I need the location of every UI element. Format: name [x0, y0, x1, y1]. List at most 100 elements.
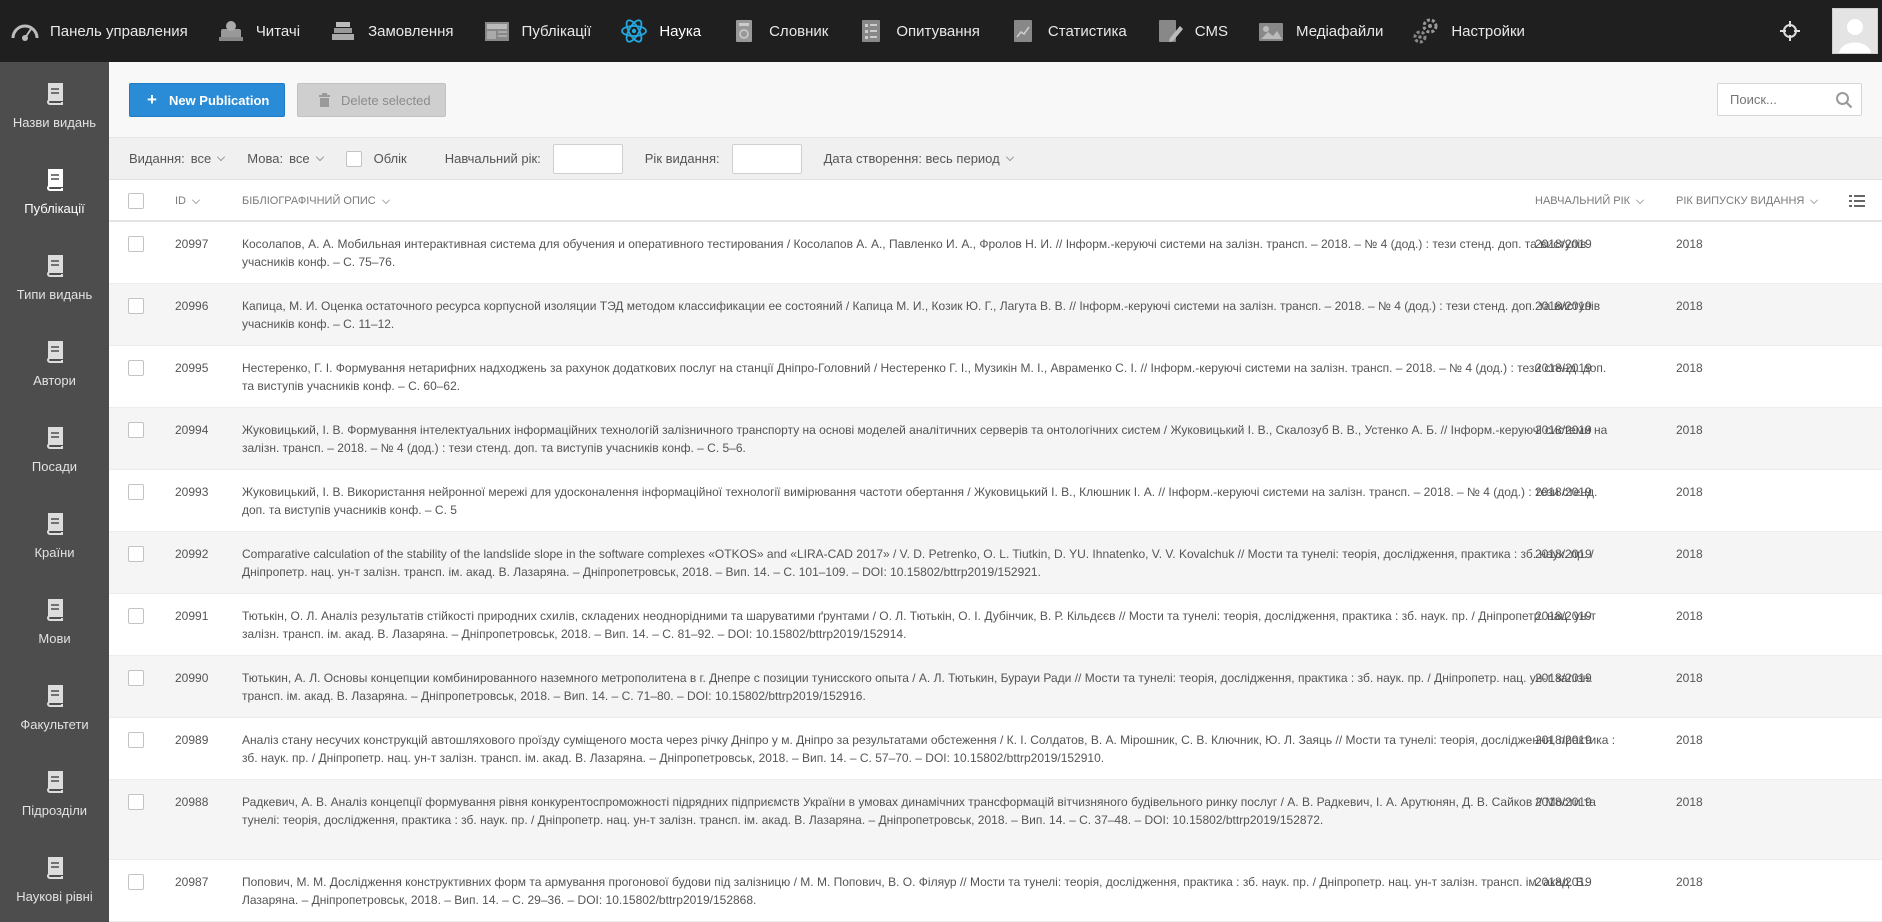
table-row[interactable]: 20994 Жуковицький, І. В. Формування інте… — [109, 408, 1882, 470]
row-description: Comparative calculation of the stability… — [242, 547, 1594, 579]
nav-survey-label: Опитування — [896, 22, 980, 40]
row-checkbox[interactable] — [128, 546, 144, 562]
row-academic-year: 2018/2019 — [1535, 423, 1592, 437]
sidebar-item-label: Посади — [31, 458, 78, 474]
row-academic-year: 2018/2019 — [1535, 733, 1592, 747]
nav-settings[interactable]: Настройки — [1411, 0, 1539, 62]
nav-media[interactable]: Медіафайли — [1256, 0, 1397, 62]
nav-publications-label: Публікації — [521, 22, 592, 40]
column-header-id[interactable]: ID — [175, 180, 200, 222]
table-row[interactable]: 20990 Тютькин, А. Л. Основы концепции ко… — [109, 656, 1882, 718]
nav-publications[interactable]: Публікації — [482, 0, 606, 62]
book-icon — [46, 684, 63, 707]
sidebar-item-publications[interactable]: Публікації — [0, 148, 109, 234]
search-icon[interactable] — [1835, 91, 1853, 109]
accounting-checkbox[interactable] — [345, 150, 362, 167]
row-checkbox[interactable] — [128, 794, 144, 810]
sidebar-item-edition-types[interactable]: Типи видань — [0, 234, 109, 320]
crosshair-icon[interactable] — [1778, 19, 1802, 43]
nav-statistics[interactable]: Статистика — [1008, 0, 1141, 62]
academic-year-input[interactable] — [552, 143, 623, 174]
row-academic-year: 2018/2019 — [1535, 875, 1592, 889]
book-icon — [46, 254, 63, 277]
column-header-pub-year[interactable]: РІК ВИПУСКУ ВИДАННЯ — [1676, 180, 1819, 222]
edition-filter-label: Видання: — [129, 151, 185, 166]
row-checkbox[interactable] — [128, 422, 144, 438]
pub-year-input[interactable] — [731, 143, 802, 174]
table-row[interactable]: 20991 Тютькін, О. Л. Аналіз результатів … — [109, 594, 1882, 656]
top-navbar: Панель управления Читачі Замовлення Публ… — [0, 0, 1882, 62]
sidebar-item-departments[interactable]: Підрозділи — [0, 750, 109, 836]
row-id: 20987 — [175, 875, 209, 889]
row-academic-year: 2018/2019 — [1535, 361, 1592, 375]
dashboard-icon — [10, 16, 40, 46]
sidebar-item-science-levels[interactable]: Наукові рівні — [0, 836, 109, 922]
sidebar-item-faculties[interactable]: Факультети — [0, 664, 109, 750]
nav-science[interactable]: Наука — [619, 0, 715, 62]
new-publication-button[interactable]: + New Publication — [129, 83, 285, 117]
row-pub-year: 2018 — [1676, 299, 1703, 313]
sidebar-item-label: Наукові рівні — [16, 888, 93, 904]
row-description: Аналіз стану несучих конструкцій автошля… — [242, 733, 1616, 765]
sidebar-item-countries[interactable]: Країни — [0, 492, 109, 578]
table-row[interactable]: 20992 Comparative calculation of the sta… — [109, 532, 1882, 594]
chevron-down-icon — [315, 153, 324, 161]
created-date-label: Дата створення: весь период — [823, 151, 1000, 166]
nav-dictionary[interactable]: Словник — [729, 0, 842, 62]
sidebar: Назви видань Публікації Типи видань Авто… — [0, 62, 109, 922]
table-row[interactable]: 20987 Попович, М. М. Дослідження констру… — [109, 860, 1882, 922]
nav-cms[interactable]: CMS — [1155, 0, 1242, 62]
table-row[interactable]: 20993 Жуковицький, І. В. Використання не… — [109, 470, 1882, 532]
atom-icon — [619, 16, 649, 46]
select-all-checkbox[interactable] — [128, 193, 144, 209]
language-filter-value[interactable]: все — [289, 151, 310, 166]
table-row[interactable]: 20989 Аналіз стану несучих конструкцій а… — [109, 718, 1882, 780]
sidebar-item-label: Публікації — [24, 200, 85, 216]
row-checkbox[interactable] — [128, 732, 144, 748]
sidebar-item-label: Факультети — [20, 716, 89, 732]
row-checkbox[interactable] — [128, 670, 144, 686]
nav-survey[interactable]: Опитування — [856, 0, 994, 62]
book-icon — [46, 168, 63, 191]
sidebar-item-edition-names[interactable]: Назви видань — [0, 62, 109, 148]
sidebar-item-languages[interactable]: Мови — [0, 578, 109, 664]
sidebar-item-positions[interactable]: Посади — [0, 406, 109, 492]
delete-selected-button[interactable]: Delete selected — [297, 83, 446, 117]
select-all-cell — [128, 180, 144, 222]
row-academic-year: 2018/2019 — [1535, 795, 1592, 809]
nav-settings-label: Настройки — [1451, 22, 1525, 40]
readers-icon — [216, 16, 246, 46]
column-header-description[interactable]: БІБЛІОГРАФІЧНИЙ ОПИС — [242, 180, 390, 222]
edition-filter[interactable]: Видання: все — [129, 151, 226, 166]
row-checkbox[interactable] — [128, 298, 144, 314]
column-settings[interactable] — [1849, 180, 1865, 222]
language-filter[interactable]: Мова: все — [247, 151, 324, 166]
user-avatar[interactable] — [1832, 8, 1878, 54]
top-nav-right — [1778, 0, 1882, 62]
top-nav-items: Панель управления Читачі Замовлення Публ… — [0, 0, 1553, 62]
row-checkbox[interactable] — [128, 484, 144, 500]
row-pub-year: 2018 — [1676, 671, 1703, 685]
created-date-filter[interactable]: Дата створення: весь период — [824, 151, 1014, 166]
row-pub-year: 2018 — [1676, 361, 1703, 375]
row-description: Тютькин, А. Л. Основы концепции комбинир… — [242, 671, 1593, 703]
table-row[interactable]: 20988 Радкевич, А. В. Аналіз концепції ф… — [109, 780, 1882, 860]
table-row[interactable]: 20996 Капица, М. И. Оценка остаточного р… — [109, 284, 1882, 346]
book-icon — [46, 770, 63, 793]
table-row[interactable]: 20997 Косолапов, А. А. Мобильная интерак… — [109, 222, 1882, 284]
column-header-academic-year[interactable]: НАВЧАЛЬНИЙ РІК — [1535, 180, 1645, 222]
nav-orders[interactable]: Замовлення — [328, 0, 467, 62]
orders-icon — [328, 16, 358, 46]
nav-readers[interactable]: Читачі — [216, 0, 314, 62]
row-checkbox[interactable] — [128, 608, 144, 624]
search-input[interactable] — [1730, 92, 1830, 107]
row-checkbox[interactable] — [128, 236, 144, 252]
nav-dashboard[interactable]: Панель управления — [10, 0, 202, 62]
sidebar-item-authors[interactable]: Автори — [0, 320, 109, 406]
table-row[interactable]: 20995 Нестеренко, Г. І. Формування нетар… — [109, 346, 1882, 408]
accounting-filter: Облік — [345, 150, 407, 167]
edition-filter-value[interactable]: все — [191, 151, 212, 166]
survey-icon — [856, 16, 886, 46]
row-checkbox[interactable] — [128, 360, 144, 376]
row-checkbox[interactable] — [128, 874, 144, 890]
